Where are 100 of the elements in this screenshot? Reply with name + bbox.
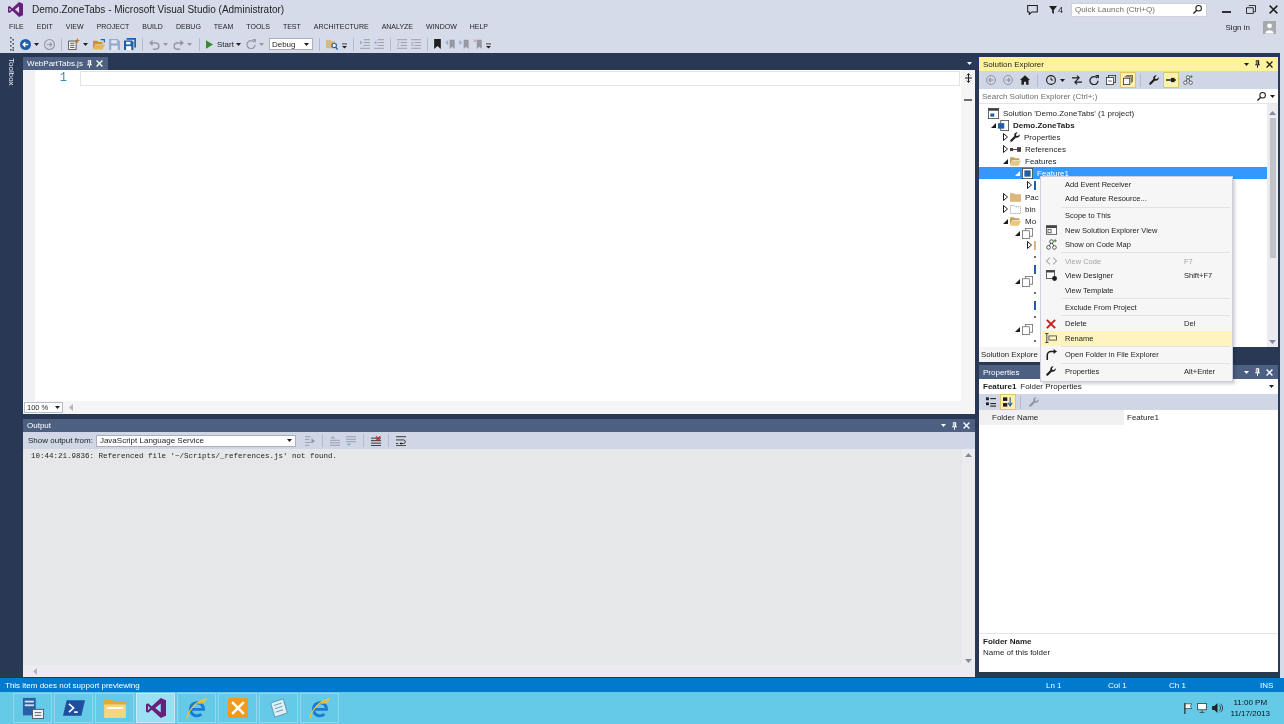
quick-launch-field[interactable]: Quick Launch (Ctrl+Q)	[1071, 2, 1207, 17]
output-source-dropdown[interactable]: JavaScript Language Service	[95, 434, 296, 447]
split-handle-icon[interactable]	[964, 73, 972, 83]
notification-count[interactable]: 4	[1058, 4, 1063, 15]
property-value[interactable]: Feature1	[1124, 410, 1278, 425]
tree-item[interactable]	[1025, 239, 1036, 251]
property-name: Folder Name	[979, 410, 1124, 425]
scrollbar-thumb[interactable]	[1269, 118, 1276, 258]
expanded-arrow-icon[interactable]	[1003, 158, 1008, 164]
stacked-pages-icon	[1022, 227, 1033, 239]
tree-item[interactable]: References	[1001, 143, 1066, 155]
speech-bubble-icon[interactable]	[1027, 4, 1038, 15]
status-message: This item does not support previewing	[4, 680, 140, 690]
caret-icon[interactable]	[83, 42, 88, 46]
caret-icon[interactable]	[1270, 94, 1275, 98]
floppy-disks-icon[interactable]	[124, 38, 136, 50]
output-source-label: Show output from:	[28, 436, 93, 445]
app-logo-icon	[8, 2, 23, 17]
stacked-files-icon[interactable]	[1119, 72, 1136, 88]
vertical-scrollbar[interactable]	[961, 70, 975, 414]
tree-item[interactable]: Pac	[1001, 191, 1039, 203]
description-text: Name of this folder	[983, 647, 1052, 658]
taskbar-button[interactable]	[136, 693, 175, 723]
stacked-pages-icon	[1022, 275, 1033, 287]
tree-item[interactable]: Features	[1001, 155, 1057, 167]
expanded-arrow-icon[interactable]	[1003, 218, 1008, 224]
expanded-arrow-icon[interactable]	[1015, 326, 1020, 332]
word-wrap-icon[interactable]	[395, 435, 406, 446]
flag-icon[interactable]	[1183, 702, 1192, 714]
tree-item[interactable]: Mo	[1001, 215, 1037, 227]
collapsed-arrow-icon[interactable]	[1027, 181, 1032, 189]
horizontal-scrollbar[interactable]	[23, 665, 962, 677]
pin-icon[interactable]	[86, 59, 92, 68]
collapsed-arrow-icon[interactable]	[1003, 205, 1008, 213]
start-button[interactable]: Start	[204, 39, 235, 49]
expanded-arrow-icon[interactable]	[991, 122, 996, 128]
tree-item[interactable]: bin	[1001, 203, 1036, 215]
collapsed-arrow-icon[interactable]	[1027, 241, 1032, 249]
clock-time[interactable]: 11:00 PM	[1230, 697, 1270, 708]
sort-icon[interactable]	[999, 394, 1016, 410]
tree-item[interactable]: Properties	[1001, 131, 1061, 143]
expanded-arrow-icon[interactable]	[1015, 230, 1020, 236]
taskbar-button[interactable]	[13, 693, 52, 723]
toolbox-tab[interactable]: Toolbox	[7, 58, 16, 86]
clock-date[interactable]: 11/17/2013	[1230, 708, 1270, 719]
current-line-field[interactable]	[80, 71, 960, 86]
scroll-up-arrow-icon[interactable]	[965, 453, 972, 457]
funnel-icon[interactable]	[1049, 5, 1057, 14]
tilted-page-icon	[268, 698, 289, 718]
insert-mode: INS	[1260, 680, 1274, 690]
collapsed-arrow-icon[interactable]	[1003, 145, 1008, 153]
back-arrow-icon[interactable]	[20, 38, 31, 50]
document-tab[interactable]: WebPartTabs.js	[23, 57, 108, 70]
clear-lines-icon[interactable]	[370, 435, 381, 446]
caret-icon[interactable]	[967, 62, 972, 65]
taskbar-button[interactable]	[54, 693, 93, 723]
panel-title: Output	[27, 421, 51, 430]
folder-search-icon[interactable]	[325, 38, 338, 50]
monitor-icon[interactable]	[1196, 703, 1207, 713]
scroll-up-arrow-icon[interactable]	[1269, 111, 1276, 115]
tree-item[interactable]: Demo.ZoneTabs	[989, 119, 1075, 131]
box-icon	[1022, 167, 1033, 179]
configuration-dropdown[interactable]: Debug	[268, 38, 313, 50]
scroll-down-arrow-icon[interactable]	[965, 659, 972, 663]
object-name: Feature1	[983, 382, 1017, 391]
search-field[interactable]: Search Solution Explorer (Ctrl+;)	[979, 89, 1278, 104]
open-folder-icon[interactable]	[93, 38, 105, 50]
bookmark-icon[interactable]	[433, 39, 441, 49]
caret-icon[interactable]	[34, 42, 39, 46]
search-icon[interactable]	[1257, 91, 1266, 101]
sign-in-link[interactable]: Sign in	[1225, 22, 1250, 32]
close-icon[interactable]	[1266, 60, 1273, 68]
folder-icon	[103, 698, 126, 718]
restore-icon[interactable]	[1246, 5, 1256, 14]
caret-icon[interactable]	[1060, 78, 1065, 82]
scroll-down-arrow-icon[interactable]	[1269, 340, 1276, 344]
tree-item[interactable]: Solution 'Demo.ZoneTabs' (1 project)	[979, 107, 1135, 119]
speaker-icon[interactable]	[1211, 703, 1223, 713]
gripper-icon[interactable]	[10, 37, 14, 51]
line-number: 1	[58, 71, 67, 86]
panel-title: Properties	[983, 367, 1020, 377]
dash-block-icon[interactable]	[1162, 72, 1179, 88]
e-logo-icon	[309, 697, 330, 719]
tree-item[interactable]	[1025, 179, 1036, 191]
open-folder-icon	[1010, 216, 1021, 226]
new-page-icon[interactable]	[68, 38, 80, 50]
caret-icon	[286, 439, 292, 442]
cursor-column: Col 1	[1108, 680, 1127, 690]
caret-icon[interactable]	[235, 42, 241, 46]
close-icon[interactable]	[1269, 5, 1278, 14]
vertical-scrollbar[interactable]	[1267, 104, 1278, 347]
caret-icon[interactable]	[1244, 62, 1249, 66]
collapsed-arrow-icon[interactable]	[1003, 193, 1008, 201]
pin-icon[interactable]	[1255, 60, 1260, 68]
delete-icon	[1046, 318, 1056, 329]
search-icon[interactable]	[1193, 5, 1202, 14]
vertical-scrollbar[interactable]	[962, 449, 975, 677]
collapsed-arrow-icon[interactable]	[1003, 133, 1008, 141]
expanded-arrow-icon[interactable]	[1015, 278, 1020, 284]
caret-icon[interactable]	[1269, 385, 1274, 388]
